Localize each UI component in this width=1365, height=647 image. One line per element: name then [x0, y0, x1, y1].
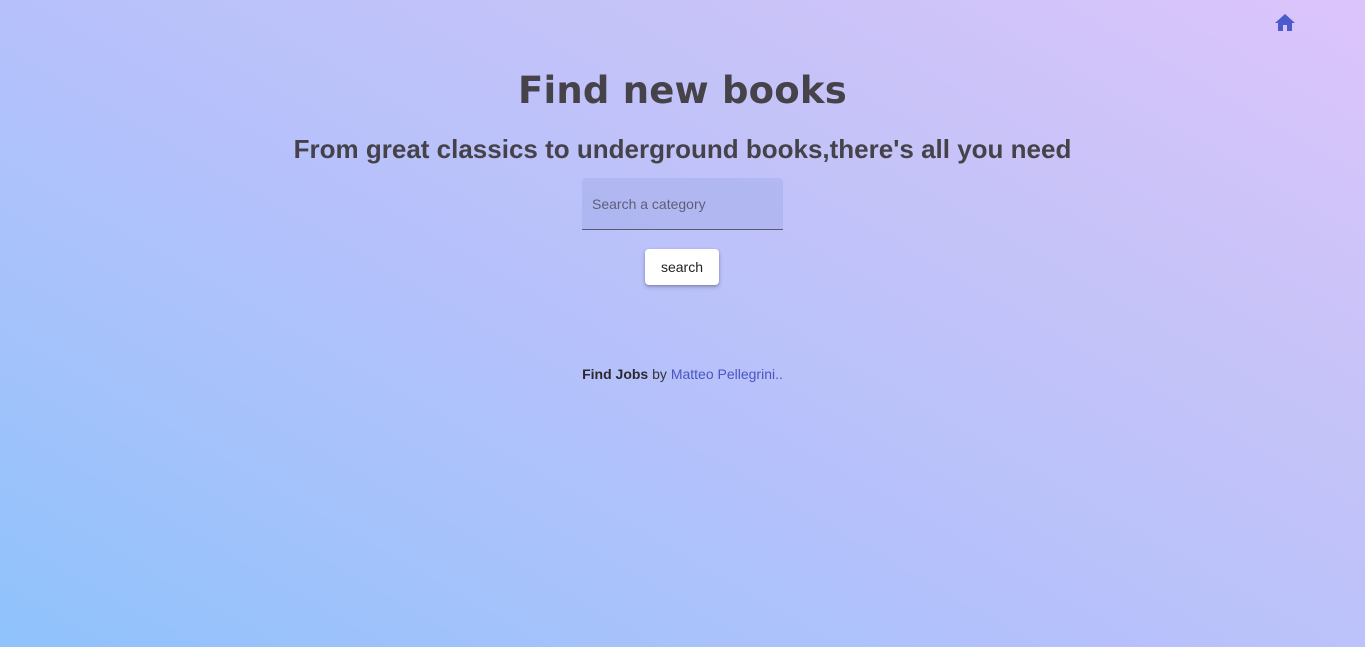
page-title: Find new books — [518, 69, 847, 112]
search-input[interactable] — [582, 178, 783, 229]
footer-author-link[interactable]: Matteo Pellegrini.. — [671, 366, 783, 382]
search-field[interactable] — [582, 178, 783, 230]
page-subtitle: From great classics to underground books… — [293, 134, 1072, 164]
footer-by: by — [652, 366, 667, 382]
footer-brand: Find Jobs — [582, 366, 649, 382]
home-icon — [1275, 14, 1295, 31]
home-link[interactable] — [1273, 11, 1297, 35]
footer: Find Jobs by Matteo Pellegrini.. — [0, 365, 1365, 383]
search-button[interactable]: search — [645, 249, 719, 285]
